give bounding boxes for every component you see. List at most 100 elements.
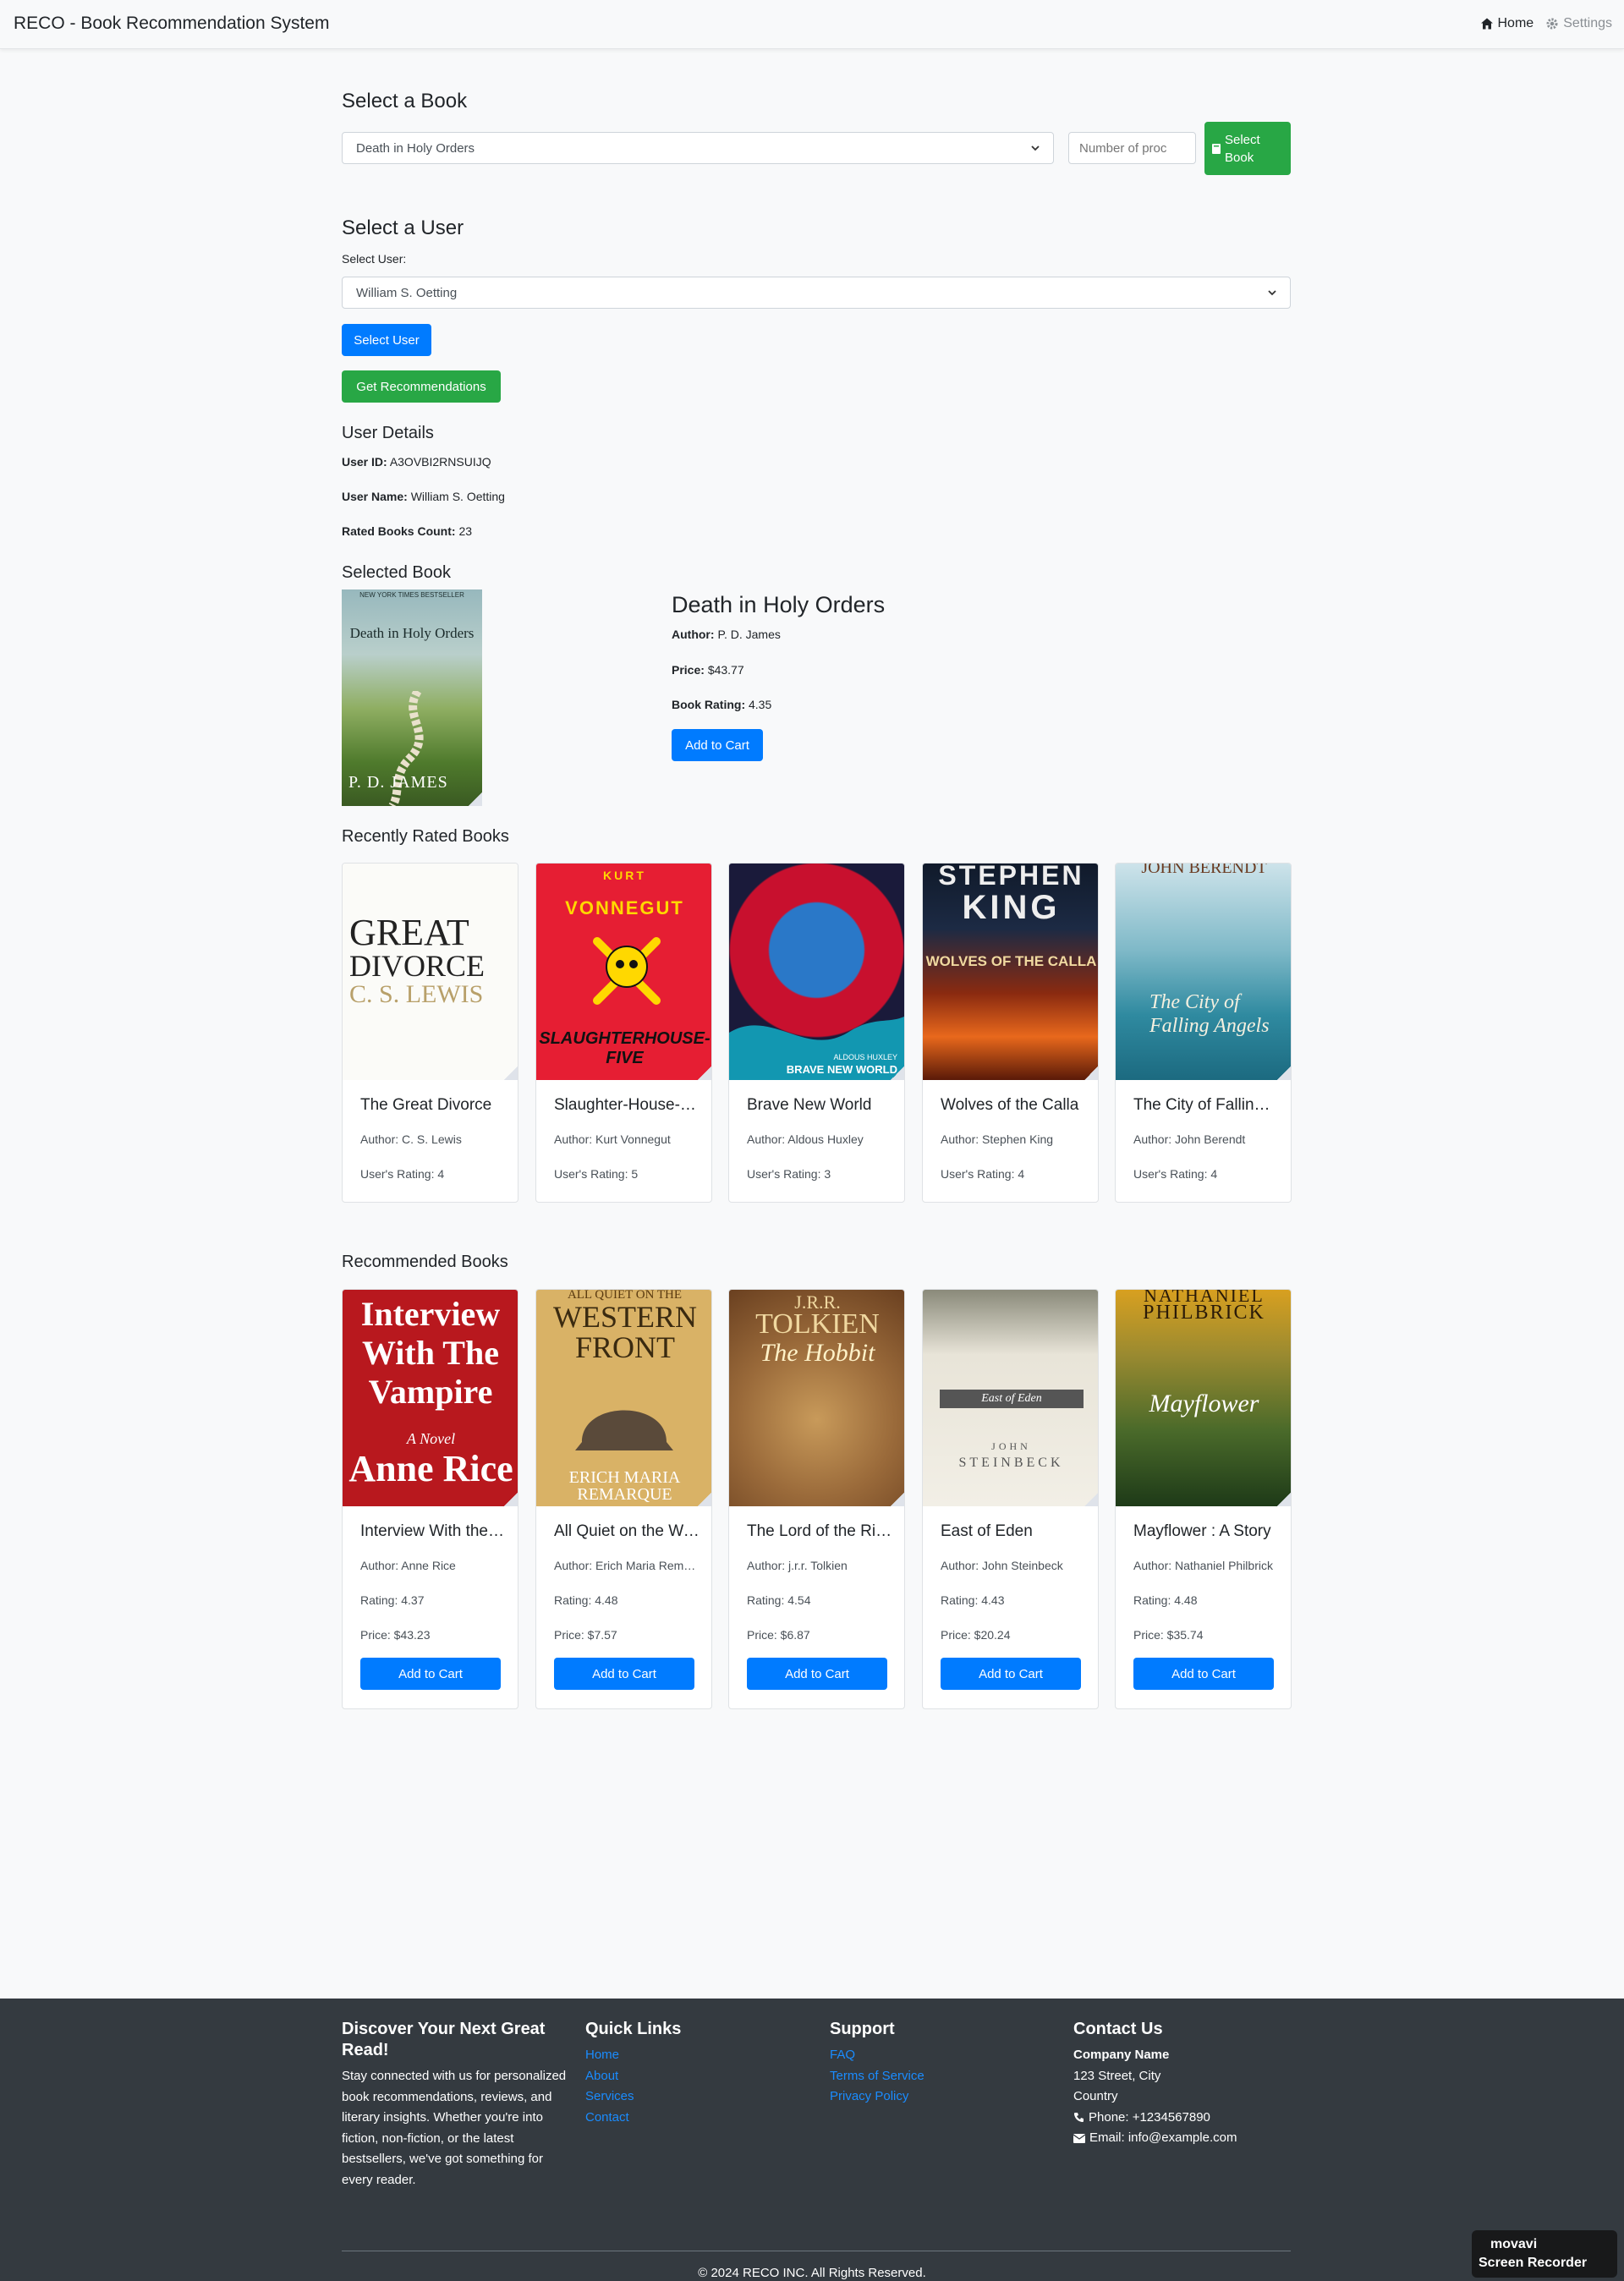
rated-count-line: Rated Books Count: 23	[342, 524, 472, 538]
watermark-brand: movavi	[1490, 2237, 1538, 2251]
book-title: Mayflower : A Story	[1133, 1522, 1271, 1540]
footer-copyright: © 2024 RECO INC. All Rights Reserved.	[698, 2266, 926, 2280]
recommended-book-card[interactable]: ALL QUIET ON THE WESTERN FRONT ERICH MAR…	[535, 1289, 712, 1709]
recommended-book-card[interactable]: East of Eden JOHN STEINBECK East of Eden…	[922, 1289, 1099, 1709]
cover-peel	[469, 792, 482, 806]
cover-peel	[698, 1066, 711, 1080]
cover-mid: JOHN	[991, 1440, 1031, 1452]
nav-home-label: Home	[1497, 16, 1534, 30]
cover-peel	[1277, 1493, 1291, 1506]
book-cover: ALL QUIET ON THE WESTERN FRONT ERICH MAR…	[536, 1290, 711, 1506]
cover-peel	[504, 1493, 518, 1506]
footer-phone: Phone: +1234567890	[1089, 2109, 1210, 2125]
selected-author-label: Author:	[672, 628, 715, 641]
book-select[interactable]: Death in Holy Orders	[342, 132, 1054, 164]
book-cover: J.R.R. TOLKIEN The Hobbit	[729, 1290, 904, 1506]
cover-mid: DIVORCE	[349, 949, 485, 983]
rated-book-card[interactable]: KURT VONNEGUT SLAUGHTERHOUSE-FIVE Slaugh…	[535, 863, 712, 1203]
cover-author: P. D. JAMES	[348, 773, 448, 792]
book-rating: Rating: 4.37	[360, 1593, 425, 1607]
cover-mid: WESTERN FRONT	[553, 1300, 697, 1364]
cover-mid: TOLKIEN	[755, 1308, 880, 1340]
footer-contact-heading: Contact Us	[1073, 2020, 1163, 2038]
user-details-heading: User Details	[342, 424, 434, 442]
book-select-value: Death in Holy Orders	[356, 140, 475, 156]
user-name-line: User Name: William S. Oetting	[342, 490, 505, 503]
rated-book-card[interactable]: STEPHEN KING WOLVES OF THE CALLA Wolves …	[922, 863, 1099, 1203]
book-rating: Rating: 4.48	[554, 1593, 618, 1607]
recommended-book-card[interactable]: J.R.R. TOLKIEN The Hobbit The Lord of th…	[728, 1289, 905, 1709]
cover-mid: VONNEGUT	[565, 897, 684, 918]
selected-book-heading: Selected Book	[342, 563, 451, 582]
footer-link-contact[interactable]: Contact	[585, 2108, 814, 2129]
add-to-cart-button[interactable]: Add to Cart	[554, 1658, 694, 1690]
footer-link-about[interactable]: About	[585, 2066, 814, 2087]
user-name-label: User Name:	[342, 490, 408, 503]
recently-rated-heading: Recently Rated Books	[342, 827, 509, 846]
add-to-cart-button[interactable]: Add to Cart	[747, 1658, 887, 1690]
footer-link-privacy[interactable]: Privacy Policy	[830, 2086, 1058, 2108]
selected-price-label: Price:	[672, 663, 705, 677]
gear-icon	[1546, 18, 1558, 30]
get-recommendations-button[interactable]: Get Recommendations	[342, 370, 501, 403]
rated-book-card[interactable]: ALDOUS HUXLEY BRAVE NEW WORLD Brave New …	[728, 863, 905, 1203]
book-author: Author: Nathaniel Philbrick	[1133, 1559, 1273, 1572]
footer-address1: 123 Street, City	[1073, 2068, 1161, 2083]
selected-rating-line: Book Rating: 4.35	[672, 698, 771, 711]
footer-support-heading: Support	[830, 2020, 895, 2038]
book-price: Price: $35.74	[1133, 1628, 1204, 1642]
footer-phone-line: Phone: +1234567890	[1073, 2108, 1302, 2129]
book-rating: Rating: 4.43	[941, 1593, 1005, 1607]
cover-bottom: The Hobbit	[760, 1339, 875, 1367]
cover-peel	[891, 1493, 904, 1506]
add-to-cart-button[interactable]: Add to Cart	[941, 1658, 1081, 1690]
cover-bottom: SLAUGHTERHOUSE-FIVE	[539, 1029, 710, 1067]
nav-home-link[interactable]: Home	[1480, 16, 1534, 31]
user-select[interactable]: William S. Oetting	[342, 277, 1291, 309]
footer-link-services[interactable]: Services	[585, 2086, 814, 2108]
select-user-button[interactable]: Select User	[342, 324, 431, 356]
cover-peel	[1084, 1493, 1098, 1506]
book-price: Price: $43.23	[360, 1628, 431, 1642]
recommended-book-card[interactable]: Interview With The Vampire A Novel Anne …	[342, 1289, 518, 1709]
footer-about-text: Stay connected with us for personalized …	[342, 2069, 567, 2187]
book-author: Author: j.r.r. Tolkien	[747, 1559, 848, 1572]
footer-quick-heading: Quick Links	[585, 2020, 682, 2038]
footer-link-faq[interactable]: FAQ	[830, 2045, 1058, 2066]
cover-mid: PHILBRICK	[1143, 1302, 1265, 1324]
selected-add-to-cart-button[interactable]: Add to Cart	[672, 729, 763, 761]
user-rating: User's Rating: 4	[941, 1167, 1025, 1181]
footer-quick-links: Quick Links Home About Services Contact	[585, 2019, 814, 2128]
home-icon	[1480, 18, 1493, 30]
nav-links: Home Settings	[1480, 16, 1612, 31]
book-cover: GREAT DIVORCE C. S. LEWIS	[343, 864, 518, 1080]
rated-book-card[interactable]: GREAT DIVORCE C. S. LEWIS The Great Divo…	[342, 863, 518, 1203]
add-to-cart-button[interactable]: Add to Cart	[1133, 1658, 1274, 1690]
select-book-button[interactable]: Select Book	[1204, 122, 1291, 175]
add-to-cart-button[interactable]: Add to Cart	[360, 1658, 501, 1690]
nav-settings-link[interactable]: Settings	[1545, 16, 1612, 31]
book-cover: STEPHEN KING WOLVES OF THE CALLA	[923, 864, 1098, 1080]
cover-bottom: WOLVES OF THE CALLA	[925, 953, 1097, 969]
cover-peel	[698, 1493, 711, 1506]
footer-link-home[interactable]: Home	[585, 2045, 814, 2066]
book-title: All Quiet on the Western Front	[554, 1522, 700, 1540]
selected-rating-label: Book Rating:	[672, 698, 746, 711]
brand-title[interactable]: RECO - Book Recommendation System	[14, 14, 329, 34]
footer-contact: Contact Us Company Name 123 Street, City…	[1073, 2019, 1302, 2149]
book-icon	[1212, 143, 1221, 154]
footer-about-heading: Discover Your Next Great Read!	[342, 2020, 546, 2059]
selected-rating-value: 4.35	[749, 698, 772, 711]
selected-author-line: Author: P. D. James	[672, 628, 781, 641]
cover-peel	[504, 1066, 518, 1080]
book-title: The City of Falling Angels	[1133, 1096, 1279, 1114]
rated-book-card[interactable]: JOHN BERENDT The City of Falling Angels …	[1115, 863, 1292, 1203]
phone-icon	[1074, 2113, 1084, 2123]
select-book-button-label: Select Book	[1225, 132, 1260, 165]
recommended-book-card[interactable]: NATHANIEL PHILBRICK Mayflower Mayflower …	[1115, 1289, 1292, 1709]
footer-link-terms[interactable]: Terms of Service	[830, 2066, 1058, 2087]
footer-address2: Country	[1073, 2089, 1118, 2103]
recommendation-count-input[interactable]	[1068, 132, 1196, 164]
book-author: Author: John Berendt	[1133, 1132, 1246, 1146]
cover-top: ALDOUS HUXLEY	[833, 1053, 897, 1061]
